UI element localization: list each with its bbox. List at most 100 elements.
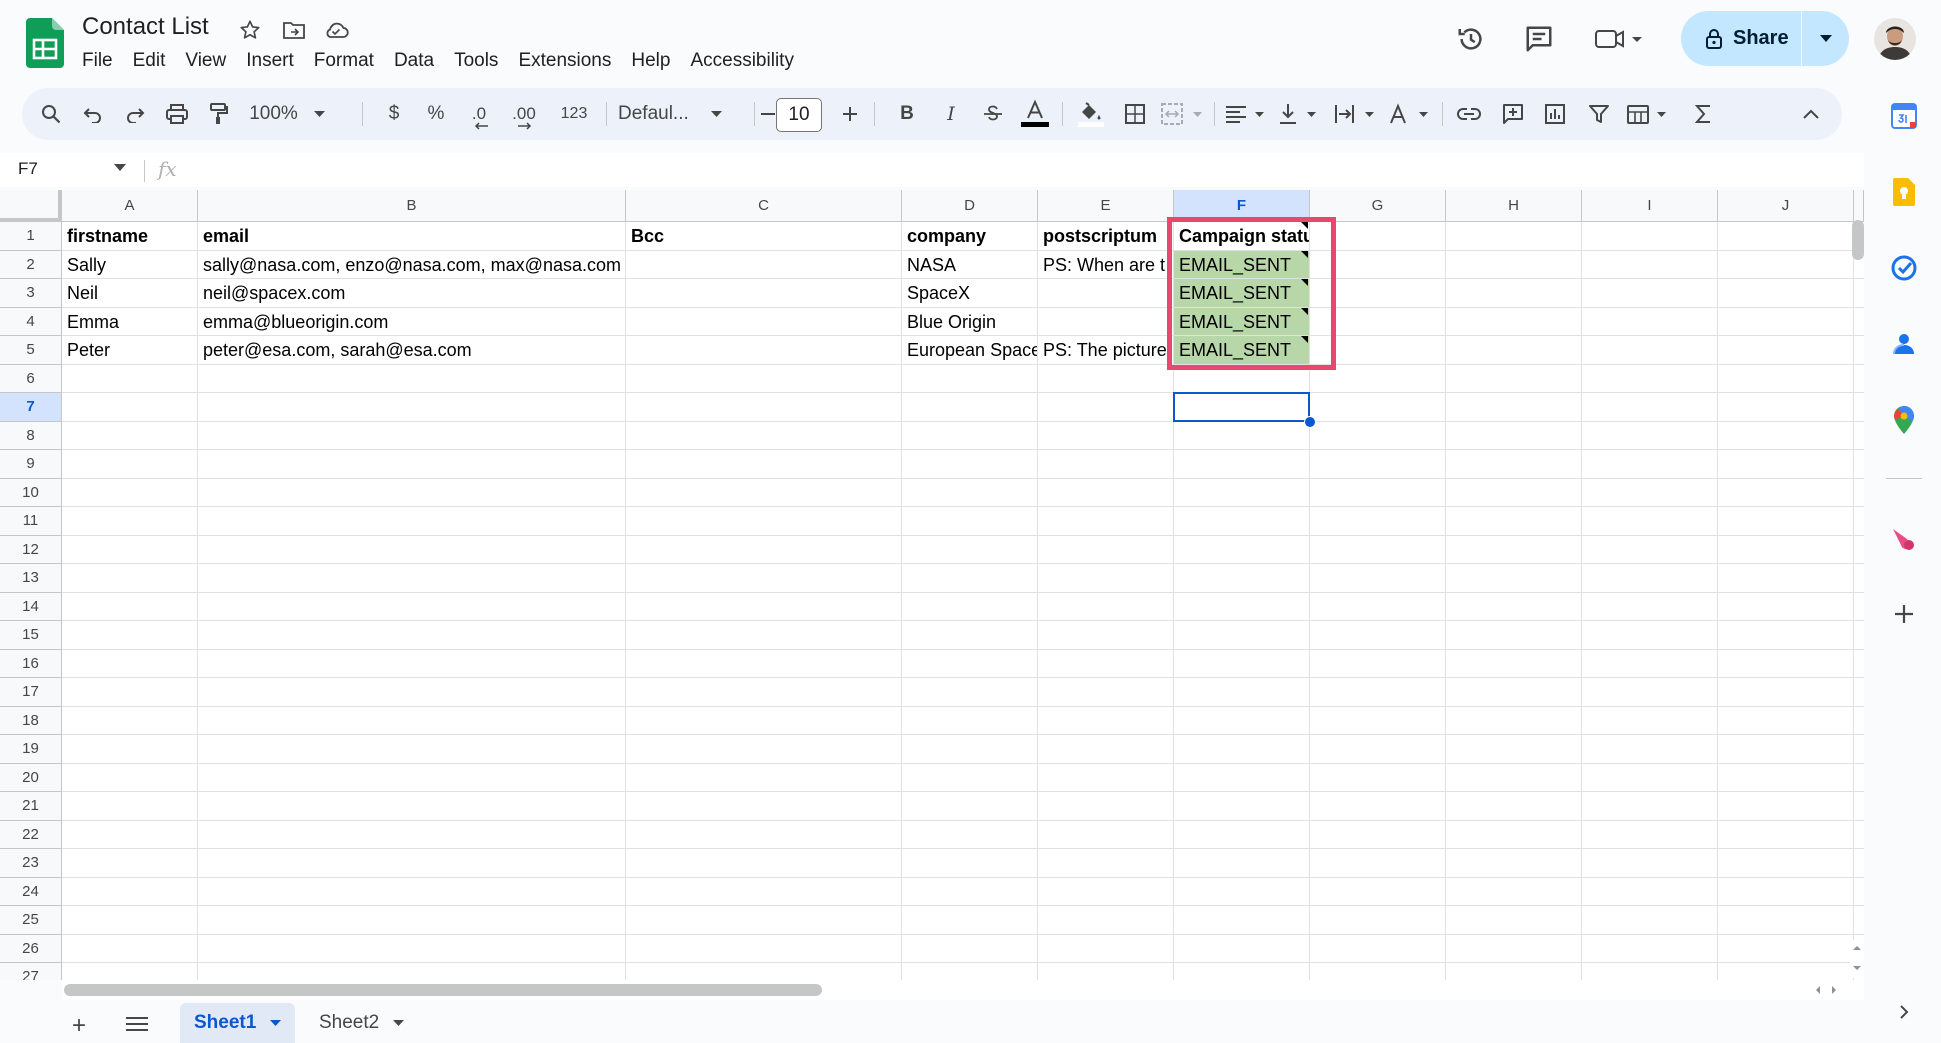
row-header-14[interactable]: 14 xyxy=(0,592,62,621)
cell[interactable]: postscriptum xyxy=(1038,222,1173,250)
cell[interactable]: PS: When are t xyxy=(1038,251,1173,279)
column-header-e[interactable]: E xyxy=(1038,190,1174,222)
keep-icon[interactable] xyxy=(1886,174,1922,210)
cell[interactable]: Bcc xyxy=(626,222,901,250)
menu-help[interactable]: Help xyxy=(621,48,680,74)
star-icon[interactable] xyxy=(236,16,264,44)
cell[interactable]: Peter xyxy=(62,336,197,364)
cell[interactable]: firstname xyxy=(62,222,197,250)
spreadsheet-grid[interactable]: A B C D E F G H I J 1 2 3 4 5 6 7 8 9 10 11 12 13 14 15 16 17 18 19 2… xyxy=(0,190,1864,980)
bold-button[interactable]: B xyxy=(890,88,924,140)
fill-handle[interactable] xyxy=(1304,415,1316,428)
row-header-21[interactable]: 21 xyxy=(0,792,62,821)
undo-icon[interactable] xyxy=(76,88,110,140)
vertical-scroll-arrows[interactable] xyxy=(1850,940,1864,978)
text-rotation-icon[interactable] xyxy=(1386,88,1436,140)
cell[interactable]: Emma xyxy=(62,308,197,336)
row-header-27[interactable]: 27 xyxy=(0,963,62,980)
print-icon[interactable] xyxy=(160,88,194,140)
share-button[interactable]: Share xyxy=(1681,11,1849,66)
vertical-align-icon[interactable] xyxy=(1276,88,1326,140)
cell[interactable]: PS: The picture xyxy=(1038,336,1173,364)
insert-link-icon[interactable] xyxy=(1452,88,1486,140)
row-header-13[interactable]: 13 xyxy=(0,564,62,593)
cell[interactable]: emma@blueorigin.com xyxy=(198,308,625,336)
row-header-17[interactable]: 17 xyxy=(0,678,62,707)
fill-color-icon[interactable] xyxy=(1074,88,1108,140)
cell[interactable]: Sally xyxy=(62,251,197,279)
text-wrapping-icon[interactable] xyxy=(1332,88,1382,140)
column-header-a[interactable]: A xyxy=(62,190,198,222)
column-header-b[interactable]: B xyxy=(198,190,626,222)
calendar-icon[interactable] xyxy=(1886,98,1922,134)
more-formats-button[interactable]: 123 xyxy=(552,88,596,140)
zoom-select[interactable]: 100% xyxy=(242,88,332,140)
borders-icon[interactable] xyxy=(1118,88,1152,140)
horizontal-align-icon[interactable] xyxy=(1222,88,1272,140)
cell[interactable] xyxy=(1038,308,1173,336)
row-header-12[interactable]: 12 xyxy=(0,535,62,564)
cell[interactable] xyxy=(626,251,901,279)
document-title[interactable]: Contact List xyxy=(82,13,209,41)
add-sheet-button[interactable]: + xyxy=(72,1012,86,1040)
cell[interactable]: peter@esa.com, sarah@esa.com xyxy=(198,336,625,364)
decrease-decimal-button[interactable]: .0 xyxy=(462,88,496,140)
meet-icon[interactable] xyxy=(1590,19,1650,59)
row-header-1[interactable]: 1 xyxy=(0,222,62,251)
maps-icon[interactable] xyxy=(1886,402,1922,438)
cell[interactable]: sally@nasa.com, enzo@nasa.com, max@nasa.… xyxy=(198,251,625,279)
row-header-6[interactable]: 6 xyxy=(0,364,62,393)
sheet-tab-sheet2[interactable]: Sheet2 xyxy=(305,1003,418,1043)
font-family-select[interactable]: Defaul... xyxy=(618,88,744,140)
menu-data[interactable]: Data xyxy=(384,48,444,74)
addon-icon[interactable] xyxy=(1886,522,1922,558)
increase-decimal-button[interactable]: .00 xyxy=(504,88,544,140)
menu-file[interactable]: File xyxy=(72,48,123,74)
expand-panel-icon[interactable] xyxy=(1886,994,1922,1030)
column-header-c[interactable]: C xyxy=(626,190,902,222)
row-header-9[interactable]: 9 xyxy=(0,450,62,479)
column-header-i[interactable]: I xyxy=(1582,190,1718,222)
row-header-23[interactable]: 23 xyxy=(0,849,62,878)
share-main-button[interactable]: Share xyxy=(1681,11,1801,66)
horizontal-scrollbar[interactable] xyxy=(64,984,822,996)
menu-insert[interactable]: Insert xyxy=(236,48,304,74)
name-box-dropdown-icon[interactable] xyxy=(114,164,126,172)
strikethrough-icon[interactable] xyxy=(976,88,1010,140)
cell[interactable] xyxy=(626,279,901,307)
paint-format-icon[interactable] xyxy=(202,88,236,140)
name-box[interactable]: F7 xyxy=(18,159,38,179)
increase-font-size-button[interactable] xyxy=(838,88,862,140)
menu-format[interactable]: Format xyxy=(304,48,384,74)
row-header-2[interactable]: 2 xyxy=(0,250,62,279)
filter-views-icon[interactable] xyxy=(1624,88,1674,140)
text-color-icon[interactable] xyxy=(1018,88,1052,140)
column-header-d[interactable]: D xyxy=(902,190,1038,222)
sheet-tab-sheet1[interactable]: Sheet1 xyxy=(180,1003,296,1043)
insert-chart-icon[interactable] xyxy=(1538,88,1572,140)
row-header-10[interactable]: 10 xyxy=(0,478,62,507)
menu-tools[interactable]: Tools xyxy=(444,48,508,74)
search-menus-icon[interactable] xyxy=(34,88,68,140)
italic-button[interactable]: I xyxy=(934,88,968,140)
functions-icon[interactable] xyxy=(1686,88,1720,140)
menu-extensions[interactable]: Extensions xyxy=(508,48,621,74)
row-header-22[interactable]: 22 xyxy=(0,820,62,849)
avatar[interactable] xyxy=(1874,18,1916,60)
merge-cells-icon[interactable] xyxy=(1158,88,1208,140)
menu-accessibility[interactable]: Accessibility xyxy=(680,48,803,74)
font-size-input[interactable]: 10 xyxy=(776,98,822,132)
share-dropdown-button[interactable] xyxy=(1802,11,1849,66)
add-icon[interactable] xyxy=(1886,596,1922,632)
select-all-corner[interactable] xyxy=(0,190,62,222)
menu-edit[interactable]: Edit xyxy=(123,48,176,74)
row-header-25[interactable]: 25 xyxy=(0,906,62,935)
row-header-19[interactable]: 19 xyxy=(0,735,62,764)
redo-icon[interactable] xyxy=(118,88,152,140)
cloud-saved-icon[interactable] xyxy=(322,16,350,44)
column-header-h[interactable]: H xyxy=(1446,190,1582,222)
row-header-20[interactable]: 20 xyxy=(0,763,62,792)
row-header-16[interactable]: 16 xyxy=(0,649,62,678)
contacts-icon[interactable] xyxy=(1886,326,1922,362)
cell[interactable]: company xyxy=(902,222,1037,250)
